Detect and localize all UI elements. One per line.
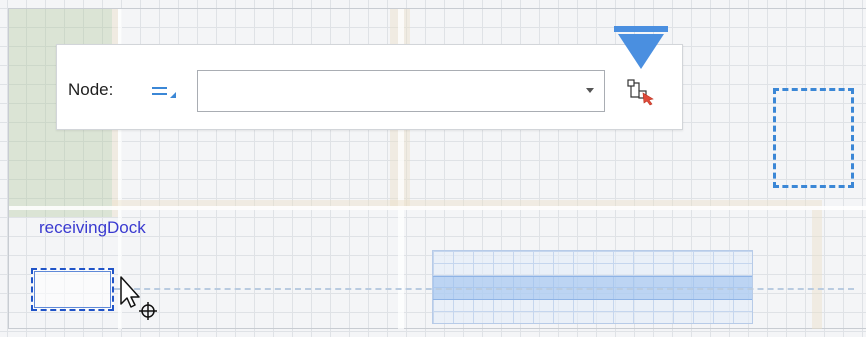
- receiving-dock-node[interactable]: [31, 268, 114, 311]
- path-line[interactable]: [114, 288, 854, 290]
- list-options-icon[interactable]: [151, 83, 177, 101]
- move-cursor-icon: [120, 276, 157, 320]
- node-combo-box[interactable]: [197, 70, 605, 112]
- node-area-right[interactable]: [773, 88, 854, 188]
- layout-canvas[interactable]: receivingDock Node:: [0, 0, 866, 337]
- node-selection-panel: Node:: [56, 26, 683, 130]
- select-node-icon[interactable]: [622, 73, 658, 109]
- zone-divider: [812, 200, 822, 329]
- zone-divider: [9, 206, 866, 210]
- receiving-dock-label[interactable]: receivingDock: [39, 218, 146, 238]
- chevron-down-icon[interactable]: [586, 88, 594, 93]
- node-label: Node:: [68, 80, 114, 99]
- drop-arrow-icon: [614, 26, 668, 69]
